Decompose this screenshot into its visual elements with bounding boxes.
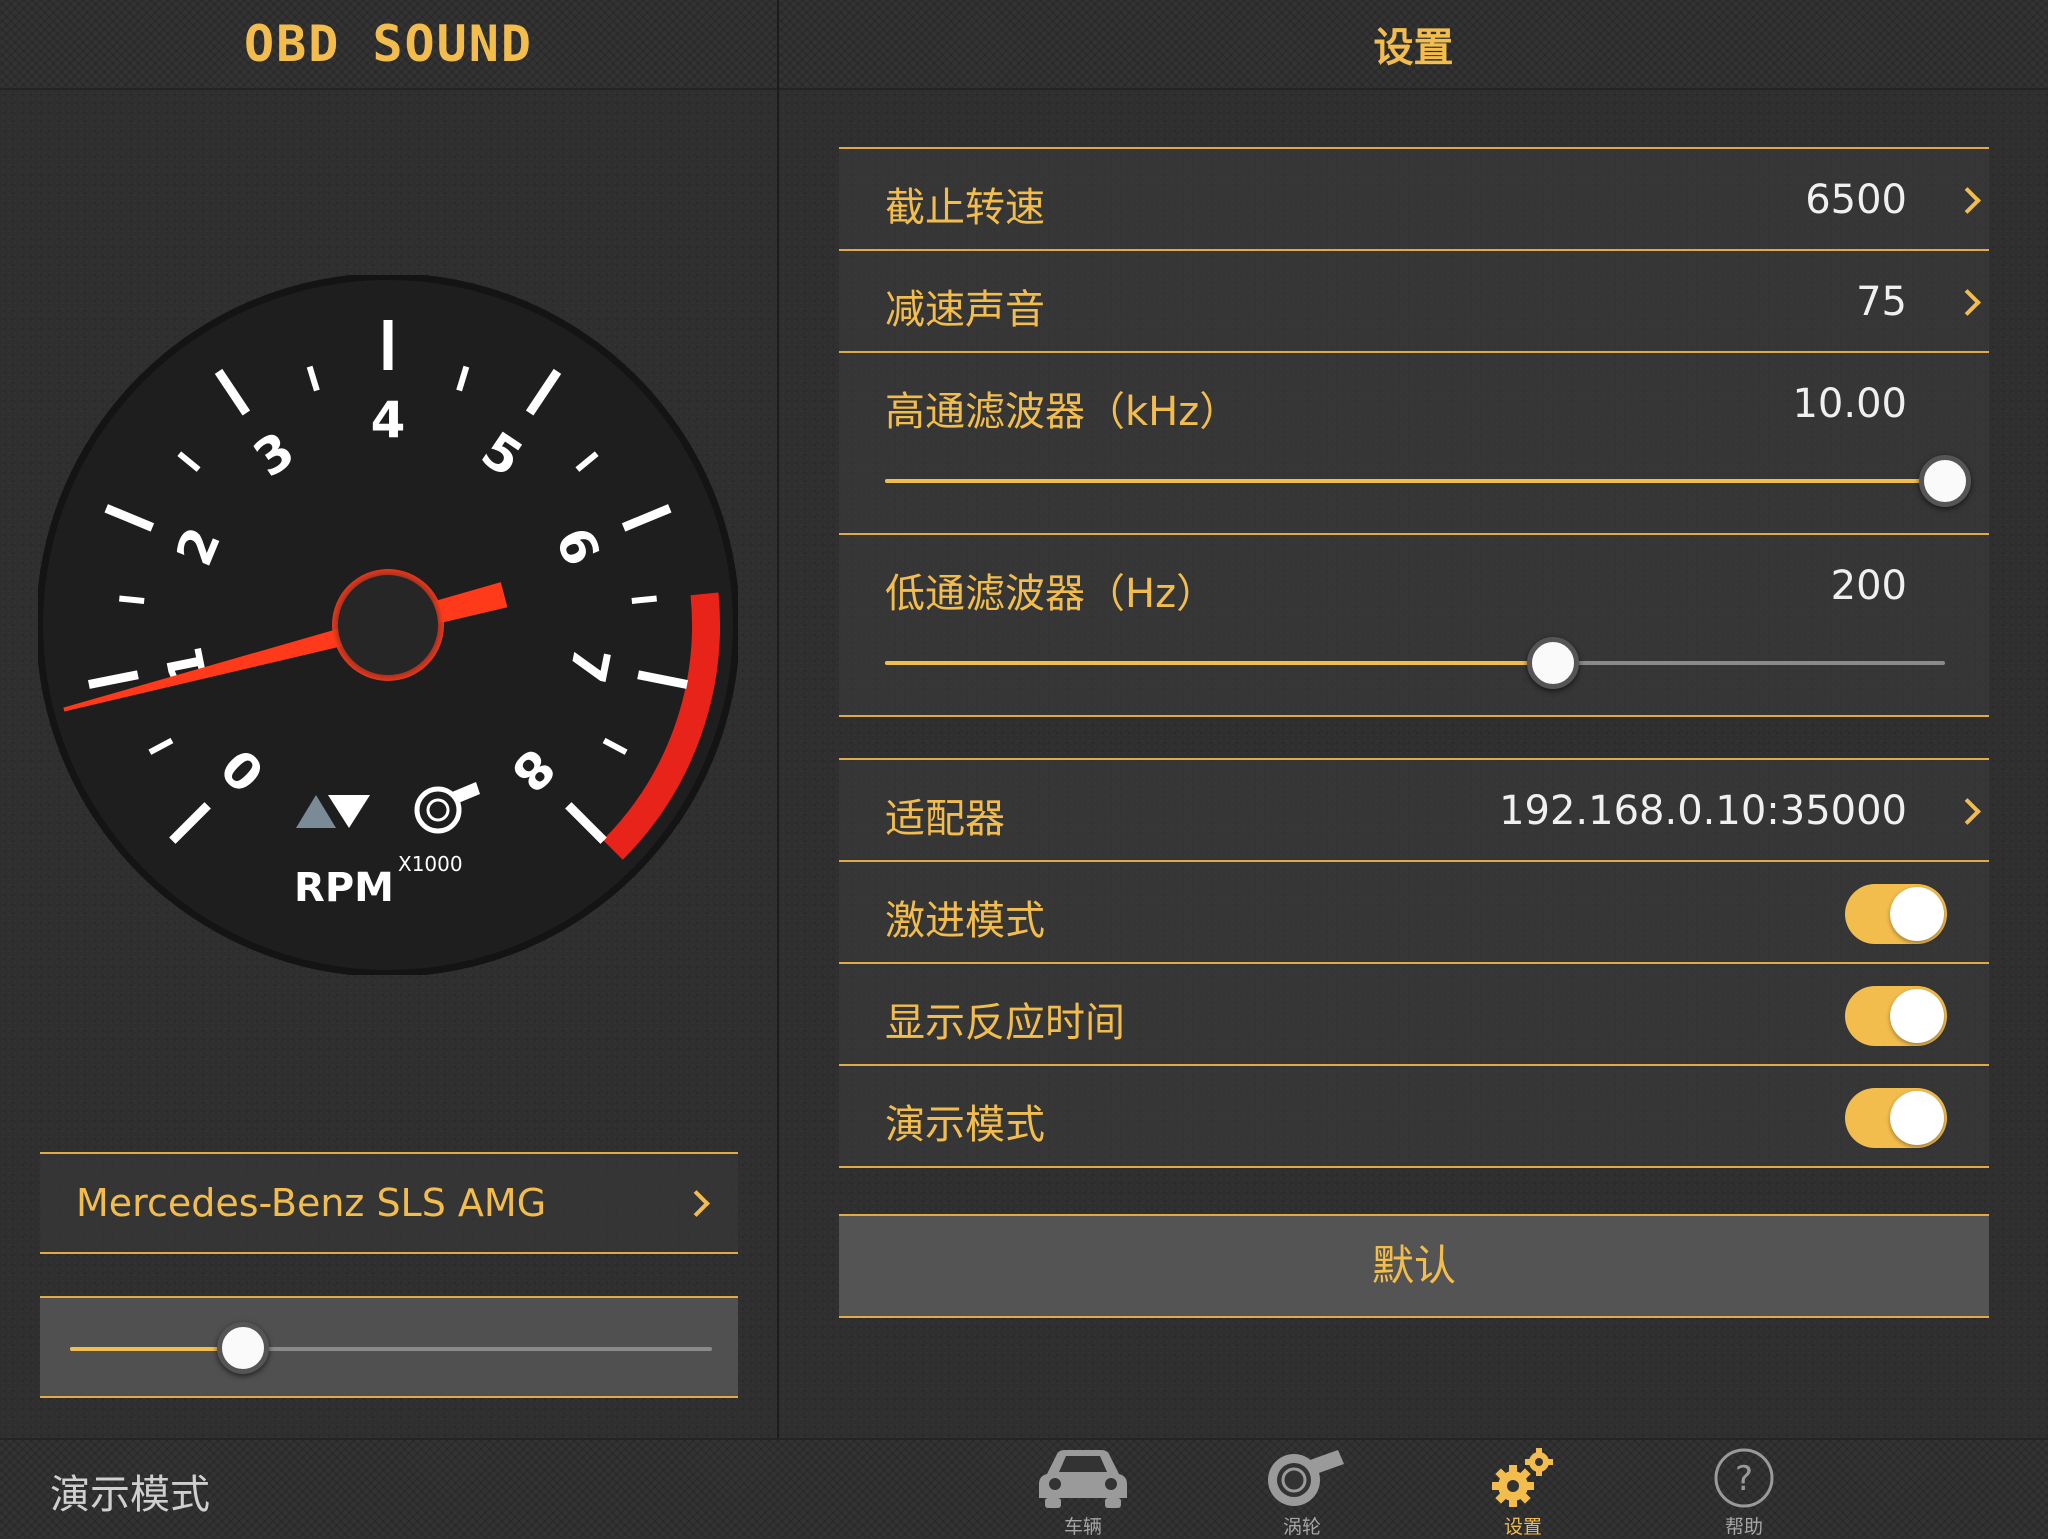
vehicle-name: Mercedes-Benz SLS AMG [76,1181,547,1225]
aggressive-mode-row: 激进模式 [839,862,1989,964]
show-response-time-row: 显示反应时间 [839,964,1989,1066]
gears-icon [1492,1448,1553,1507]
demo-mode-status: 演示模式 [50,1472,210,1518]
chevron-right-icon [1954,798,1981,825]
turbo-icon [1268,1450,1344,1506]
settings-pane: 设置 截止转速 6500 减速声音 75 高通滤波器（kHz） 10.00 低通… [779,0,2048,1536]
lowpass-filter-label: 低通滤波器（Hz） [885,571,1217,617]
slider-thumb[interactable] [217,1322,269,1374]
gauge-number-label: 4 [371,391,406,449]
chevron-right-icon [1954,289,1981,316]
settings-title: 设置 [1373,25,1454,71]
show-response-time-label: 显示反应时间 [885,1000,1125,1046]
show-response-time-toggle[interactable] [1845,986,1947,1046]
aggressive-mode-toggle[interactable] [1845,884,1947,944]
demo-mode-setting-label: 演示模式 [885,1102,1045,1148]
highpass-filter-value: 10.00 [1792,381,1907,427]
tab-help-label: 帮助 [1724,1516,1763,1538]
app-title: OBD SOUND [244,15,533,73]
rpm-gauge: 012345678 RPM X1000 [36,273,740,977]
svg-text:?: ? [1735,1459,1753,1499]
decel-sound-row[interactable]: 减速声音 75 [839,251,1989,353]
rpm-gauge-svg: 012345678 RPM X1000 [36,273,740,977]
decel-sound-value: 75 [1856,279,1907,325]
highpass-filter-label: 高通滤波器（kHz） [885,389,1240,435]
left-navbar: OBD SOUND [0,0,777,90]
vehicle-select-row[interactable]: Mercedes-Benz SLS AMG [40,1152,738,1254]
cutoff-rpm-value: 6500 [1805,177,1907,223]
tab-turbo[interactable]: 涡轮 [1232,1440,1372,1538]
help-icon: ? [1714,1448,1774,1508]
lowpass-filter-row: 低通滤波器（Hz） 200 [839,535,1989,717]
connection-settings-section: 适配器 192.168.0.10:35000 激进模式 显示反应时间 演示模式 [839,758,1989,1168]
lowpass-slider-thumb[interactable] [1527,637,1579,689]
tab-settings[interactable]: 设置 [1453,1440,1593,1538]
demo-mode-toggle[interactable] [1845,1088,1947,1148]
throttle-slider[interactable] [40,1296,738,1398]
gauge-minor-tick [631,595,657,604]
cutoff-rpm-label: 截止转速 [885,185,1045,231]
chevron-right-icon [683,1189,710,1217]
adapter-value: 192.168.0.10:35000 [1499,788,1907,834]
rpm-unit-label: RPM [294,865,394,911]
reset-defaults-button[interactable]: 默认 [839,1214,1989,1318]
aggressive-mode-label: 激进模式 [885,898,1045,944]
gauge-pane: OBD SOUND 012345678 RPM X1000 Mercedes-B… [0,0,777,1536]
highpass-slider-fill [885,479,1945,483]
adapter-label: 适配器 [885,796,1005,842]
rpm-multiplier-label: X1000 [398,852,463,876]
gauge-minor-tick [119,595,145,604]
demo-mode-row: 演示模式 [839,1066,1989,1168]
tab-bar: 演示模式 车辆 涡轮 设置 ? 帮助 [0,1438,2048,1538]
lowpass-filter-value: 200 [1830,563,1907,609]
highpass-slider-thumb[interactable] [1919,455,1971,507]
chevron-right-icon [1954,187,1981,214]
tab-turbo-label: 涡轮 [1282,1516,1321,1538]
cutoff-rpm-row[interactable]: 截止转速 6500 [839,149,1989,251]
highpass-filter-row: 高通滤波器（kHz） 10.00 [839,353,1989,535]
adapter-row[interactable]: 适配器 192.168.0.10:35000 [839,760,1989,862]
car-icon [1039,1450,1127,1508]
lowpass-slider-fill [885,661,1553,665]
tab-vehicle[interactable]: 车辆 [1013,1440,1153,1538]
decel-sound-label: 减速声音 [885,287,1045,333]
right-navbar: 设置 [779,0,2048,90]
tab-vehicle-label: 车辆 [1063,1516,1102,1538]
tab-help[interactable]: ? 帮助 [1674,1440,1814,1538]
audio-settings-section: 截止转速 6500 减速声音 75 高通滤波器（kHz） 10.00 低通滤波器… [839,147,1989,717]
tab-settings-label: 设置 [1503,1516,1542,1538]
